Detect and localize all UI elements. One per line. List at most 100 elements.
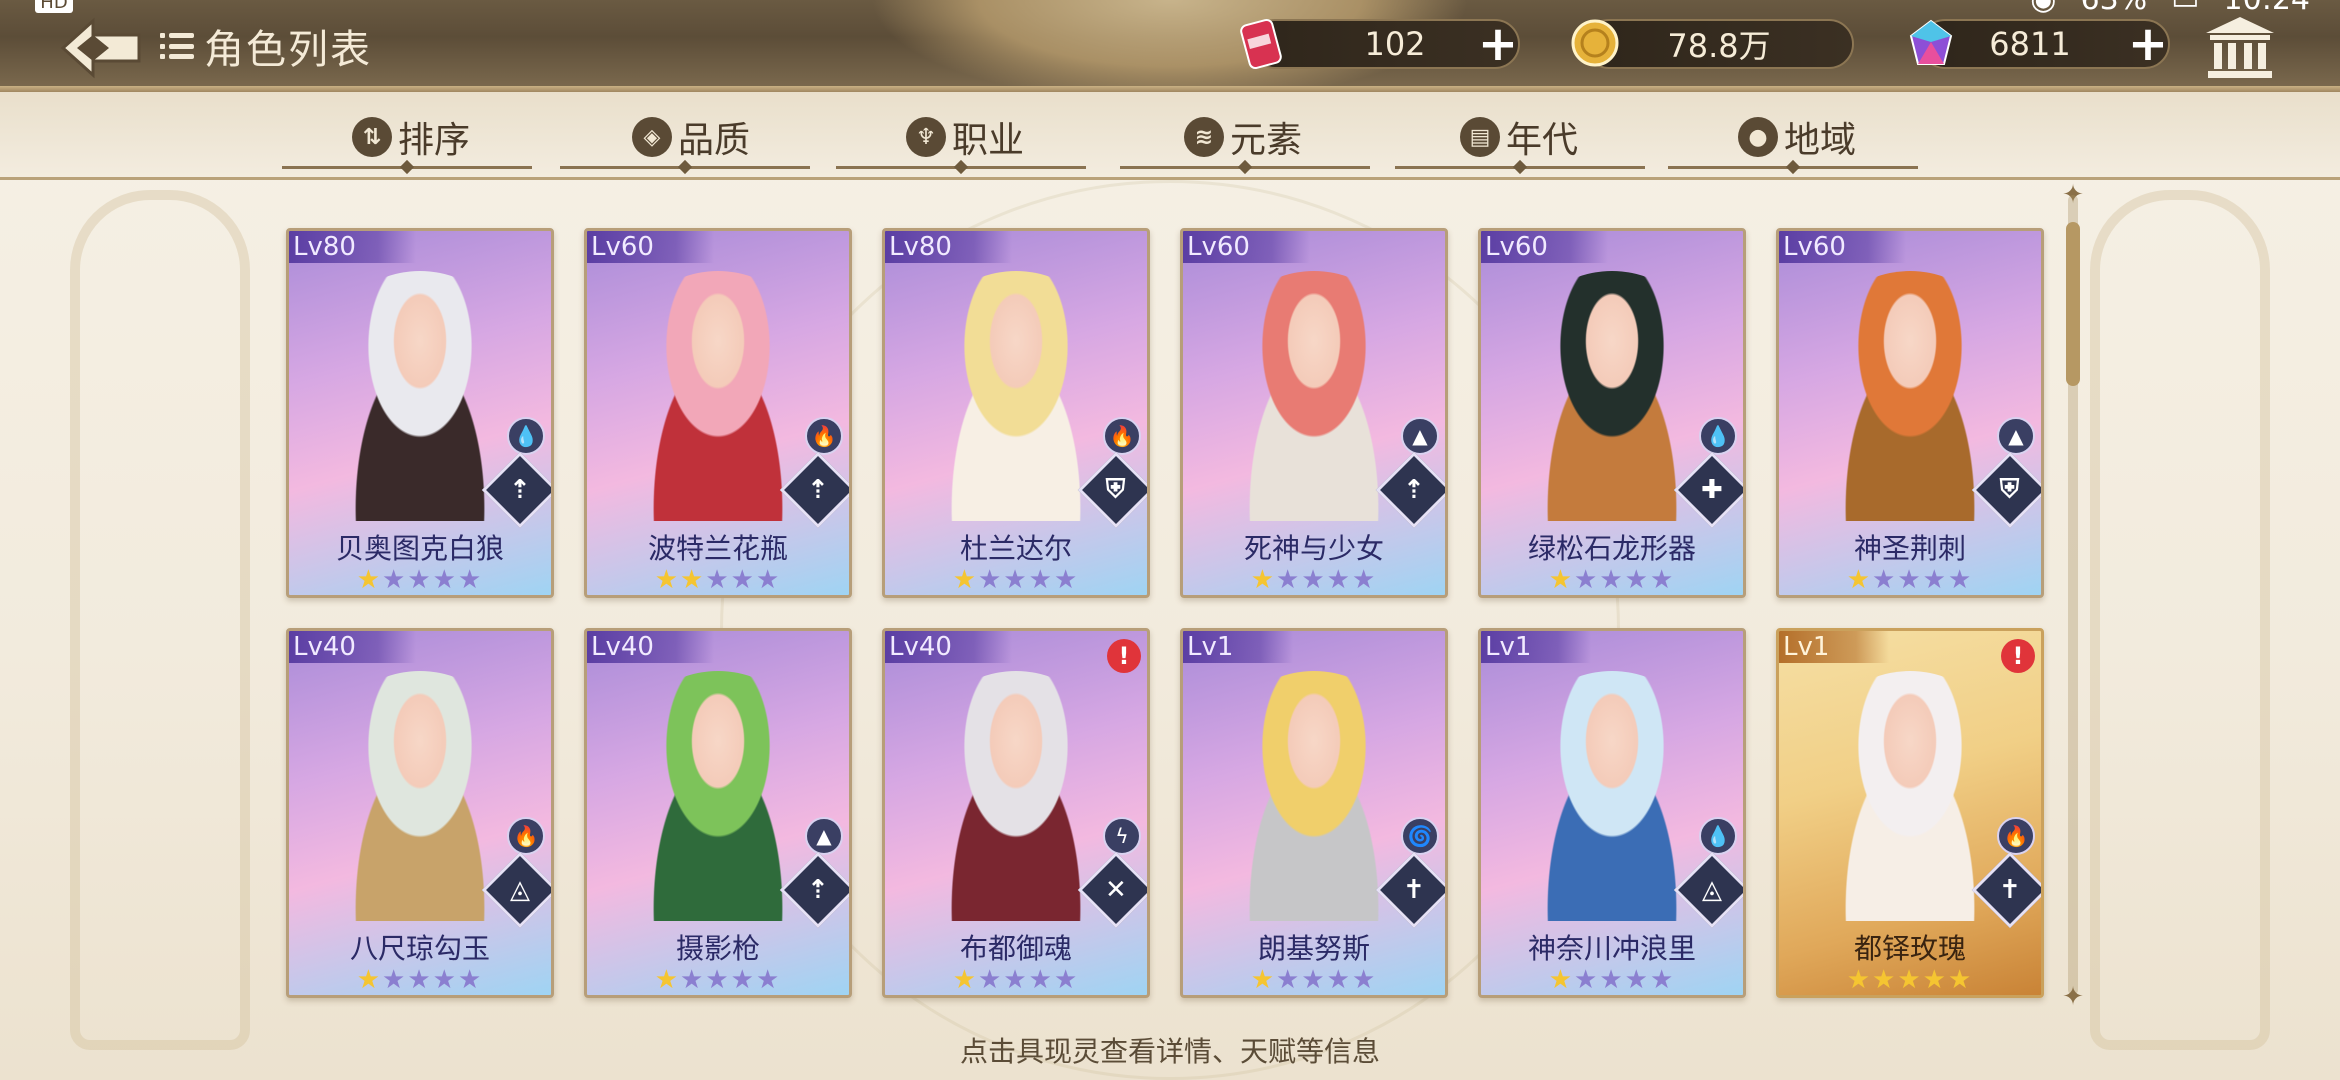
character-card[interactable]: Lv40 ▲ ⇡ 摄影枪 ★★★★★ bbox=[584, 628, 852, 998]
star-filled-icon: ★ bbox=[1922, 965, 1948, 995]
hd-indicator: HD bbox=[35, 0, 73, 13]
star-empty-icon: ★ bbox=[407, 565, 433, 595]
character-card[interactable]: Lv60 💧 ✚ 绿松石龙形器 ★★★★★ bbox=[1478, 228, 1746, 598]
scrollbar-thumb[interactable] bbox=[2066, 222, 2080, 386]
back-button[interactable] bbox=[52, 14, 148, 82]
star-rating: ★★★★★ bbox=[289, 565, 551, 595]
stamina-counter: 102 + bbox=[1240, 14, 1520, 74]
class-icon: ♆ bbox=[906, 117, 946, 157]
star-empty-icon: ★ bbox=[1624, 565, 1650, 595]
alert-badge-icon: ! bbox=[2001, 639, 2035, 673]
star-empty-icon: ★ bbox=[1003, 565, 1029, 595]
star-empty-icon: ★ bbox=[382, 965, 408, 995]
tab-era-label: 年代 bbox=[1506, 120, 1579, 161]
character-name: 绿松石龙形器 bbox=[1527, 532, 1696, 565]
stamina-value: 102 bbox=[1364, 25, 1426, 63]
tab-divider bbox=[560, 159, 810, 175]
character-card[interactable]: Lv40 ϟ ✕ 布都御魂 ★★★★★! bbox=[882, 628, 1150, 998]
star-empty-icon: ★ bbox=[1574, 965, 1600, 995]
water-element-icon: 💧 bbox=[1699, 417, 1737, 455]
tab-era[interactable]: ▤ 年代 bbox=[1460, 112, 1578, 162]
add-stamina-button[interactable]: + bbox=[1474, 20, 1522, 68]
star-empty-icon: ★ bbox=[1872, 565, 1898, 595]
level-badge: Lv1 bbox=[1779, 631, 1890, 663]
tab-sort[interactable]: ⇅ 排序 bbox=[352, 112, 470, 162]
character-card[interactable]: Lv80 🔥 ⛨ 杜兰达尔 ★★★★★ bbox=[882, 228, 1150, 598]
gem-counter: 6811 + bbox=[1909, 14, 2172, 74]
level-badge: Lv60 bbox=[1779, 231, 1906, 263]
class-glyph: ◬ bbox=[510, 875, 530, 905]
star-filled-icon: ★ bbox=[1548, 565, 1575, 595]
level-badge: Lv80 bbox=[289, 231, 416, 263]
star-empty-icon: ★ bbox=[1351, 565, 1378, 595]
star-rating: ★★★★★ bbox=[1481, 965, 1743, 995]
star-empty-icon: ★ bbox=[1599, 565, 1625, 595]
star-rating: ★★★★★ bbox=[1183, 965, 1445, 995]
add-gem-button[interactable]: + bbox=[2124, 20, 2172, 68]
character-card[interactable]: Lv1 💧 ◬ 神奈川冲浪里 ★★★★★ bbox=[1478, 628, 1746, 998]
star-filled-icon: ★ bbox=[952, 565, 979, 595]
star-filled-icon: ★ bbox=[356, 965, 383, 995]
character-card[interactable]: Lv80 💧 ⇡ 贝奥图克白狼 ★★★★★ bbox=[286, 228, 554, 598]
tab-element-label: 元素 bbox=[1230, 120, 1303, 161]
gold-counter: 78.8万 bbox=[1571, 14, 1854, 74]
tab-quality[interactable]: ◈ 品质 bbox=[632, 112, 750, 162]
tab-region[interactable]: ● 地域 bbox=[1738, 112, 1856, 162]
tab-divider bbox=[836, 159, 1086, 175]
character-name: 摄影枪 bbox=[675, 932, 760, 965]
character-name: 杜兰达尔 bbox=[959, 532, 1072, 565]
fire-element-icon: 🔥 bbox=[1103, 417, 1141, 455]
water-element-icon: 💧 bbox=[507, 417, 545, 455]
star-empty-icon: ★ bbox=[755, 565, 782, 595]
filter-tab-bar: ⇅ 排序 ◈ 品质 ♆ 职业 ≋ 元素 ▤ 年代 ● 地域 bbox=[0, 92, 2340, 180]
star-empty-icon: ★ bbox=[1897, 565, 1923, 595]
era-icon: ▤ bbox=[1460, 117, 1500, 157]
star-rating: ★★★★★ bbox=[1779, 965, 2041, 995]
museum-button[interactable] bbox=[2200, 10, 2280, 86]
star-empty-icon: ★ bbox=[978, 565, 1004, 595]
class-glyph: ⇡ bbox=[1403, 474, 1425, 505]
star-rating: ★★★★★ bbox=[885, 965, 1147, 995]
fire-element-icon: 🔥 bbox=[1997, 817, 2035, 855]
star-rating: ★★★★★ bbox=[587, 965, 849, 995]
star-filled-icon: ★ bbox=[356, 565, 383, 595]
gold-coin-icon bbox=[1566, 14, 1624, 72]
fire-element-icon: 🔥 bbox=[805, 417, 843, 455]
character-card[interactable]: Lv1 🌀 ✝ 朗基努斯 ★★★★★ bbox=[1180, 628, 1448, 998]
character-name: 死神与少女 bbox=[1243, 532, 1384, 565]
tab-divider bbox=[1668, 159, 1918, 175]
page-title-text: 角色列表 bbox=[204, 27, 372, 73]
star-rating: ★★★★★ bbox=[587, 565, 849, 595]
quality-icon: ◈ bbox=[632, 117, 672, 157]
character-name: 贝奥图克白狼 bbox=[335, 532, 504, 565]
tab-element[interactable]: ≋ 元素 bbox=[1184, 112, 1302, 162]
tab-class[interactable]: ♆ 职业 bbox=[906, 112, 1024, 162]
character-card[interactable]: Lv40 🔥 ◬ 八尺琼勾玉 ★★★★★ bbox=[286, 628, 554, 998]
star-empty-icon: ★ bbox=[457, 965, 484, 995]
character-card[interactable]: Lv60 ▲ ⇡ 死神与少女 ★★★★★ bbox=[1180, 228, 1448, 598]
star-empty-icon: ★ bbox=[1351, 965, 1378, 995]
star-empty-icon: ★ bbox=[730, 565, 756, 595]
character-card[interactable]: Lv60 🔥 ⇡ 波特兰花瓶 ★★★★★ bbox=[584, 228, 852, 598]
character-name: 都铎玫瑰 bbox=[1853, 932, 1966, 965]
star-empty-icon: ★ bbox=[1301, 565, 1327, 595]
star-empty-icon: ★ bbox=[1301, 965, 1327, 995]
star-rating: ★★★★★ bbox=[289, 965, 551, 995]
star-empty-icon: ★ bbox=[382, 565, 408, 595]
star-filled-icon: ★ bbox=[1897, 965, 1923, 995]
water-element-icon: 💧 bbox=[1699, 817, 1737, 855]
character-card[interactable]: Lv1 🔥 ✝ 都铎玫瑰 ★★★★★! bbox=[1776, 628, 2044, 998]
star-empty-icon: ★ bbox=[432, 965, 458, 995]
character-card[interactable]: Lv60 ▲ ⛨ 神圣荆刺 ★★★★★ bbox=[1776, 228, 2044, 598]
character-name: 波特兰花瓶 bbox=[647, 532, 788, 565]
class-glyph: ⛨ bbox=[2000, 474, 2020, 505]
tab-sort-label: 排序 bbox=[398, 120, 471, 161]
battery-percent: 63% bbox=[2080, 0, 2147, 17]
class-glyph: ⇡ bbox=[509, 474, 531, 505]
thunder-element-icon: ϟ bbox=[1103, 817, 1141, 855]
star-empty-icon: ★ bbox=[1053, 965, 1080, 995]
class-glyph: ⛨ bbox=[1106, 474, 1126, 505]
character-name: 神圣荆刺 bbox=[1853, 532, 1966, 565]
earth-element-icon: ▲ bbox=[1997, 417, 2035, 455]
star-filled-icon: ★ bbox=[1548, 965, 1575, 995]
